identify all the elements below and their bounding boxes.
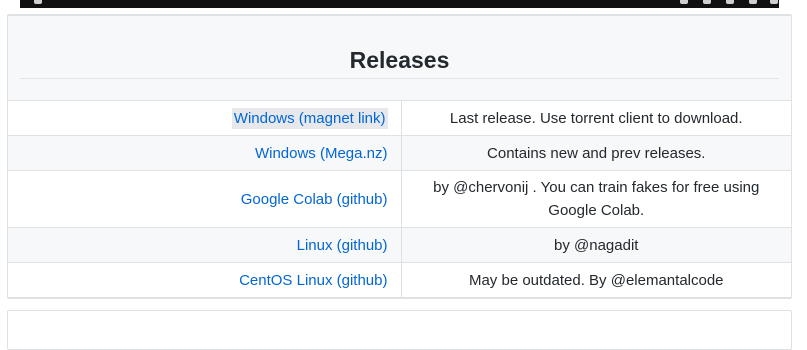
play-icon[interactable] xyxy=(34,0,42,4)
fullscreen-icon[interactable] xyxy=(770,0,778,4)
release-description: by @chervonij . You can train fakes for … xyxy=(400,170,791,228)
video-player-controls xyxy=(20,0,779,8)
table-row: Linux (github) by @nagadit xyxy=(8,227,791,263)
section-title: Releases xyxy=(349,47,450,73)
release-description: Contains new and prev releases. xyxy=(400,135,791,171)
table-row: Windows (Mega.nz) Contains new and prev … xyxy=(8,135,791,171)
theater-icon[interactable] xyxy=(749,0,757,4)
table-row: Google Colab (github) by @chervonij . Yo… xyxy=(8,170,791,228)
header-divider xyxy=(20,78,779,79)
release-link-centos-linux[interactable]: CentOS Linux (github) xyxy=(239,272,387,289)
release-link-linux[interactable]: Linux (github) xyxy=(297,237,388,254)
releases-table: Releases Windows (magnet link) Last rele… xyxy=(7,14,792,299)
release-link-windows-magnet[interactable]: Windows (magnet link) xyxy=(231,107,388,129)
release-link-google-colab[interactable]: Google Colab (github) xyxy=(241,191,388,208)
subtitles-icon[interactable] xyxy=(680,0,688,4)
table-row: CentOS Linux (github) May be outdated. B… xyxy=(8,262,791,298)
release-link-windows-mega[interactable]: Windows (Mega.nz) xyxy=(255,145,388,162)
settings-icon[interactable] xyxy=(703,0,711,4)
miniplayer-icon[interactable] xyxy=(726,0,734,4)
table-row: Windows (magnet link) Last release. Use … xyxy=(8,100,791,136)
release-description: Last release. Use torrent client to down… xyxy=(400,100,791,136)
next-section-container xyxy=(7,310,792,350)
release-description: May be outdated. By @elemantalcode xyxy=(400,262,791,298)
release-description: by @nagadit xyxy=(400,227,791,263)
releases-header: Releases xyxy=(8,15,791,101)
